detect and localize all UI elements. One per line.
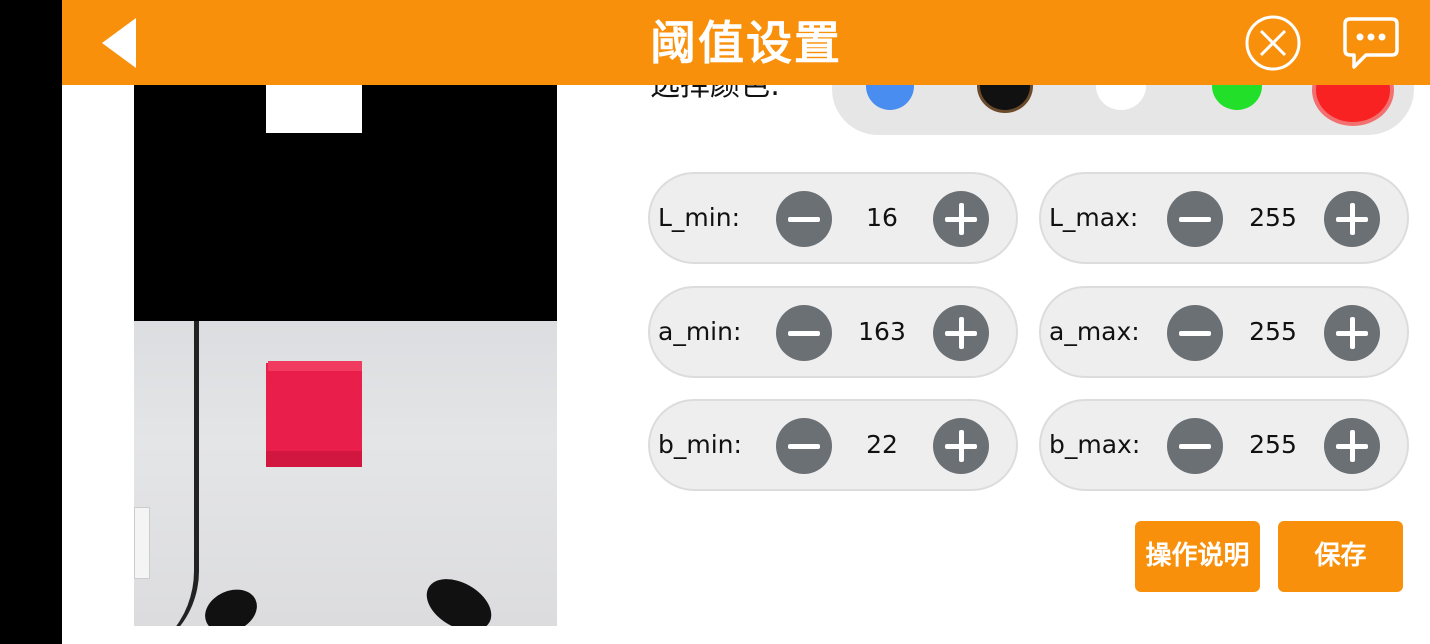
decrease-button[interactable] (1167, 418, 1223, 474)
threshold-l-max: L_max: 255 (1039, 172, 1409, 264)
robot-wheel (198, 581, 264, 626)
threshold-label: a_min: (658, 317, 742, 346)
increase-button[interactable] (1324, 305, 1380, 361)
threshold-label: b_max: (1049, 430, 1141, 459)
save-button[interactable]: 保存 (1278, 521, 1403, 592)
robot-wheel (417, 568, 501, 626)
threshold-value: 163 (858, 317, 906, 346)
decrease-button[interactable] (1167, 191, 1223, 247)
chat-bubble-icon[interactable] (1342, 16, 1400, 70)
threshold-b-max: b_max: 255 (1039, 399, 1409, 491)
threshold-value: 255 (1249, 203, 1297, 232)
threshold-value: 255 (1249, 430, 1297, 459)
increase-button[interactable] (933, 418, 989, 474)
threshold-value: 22 (866, 430, 898, 459)
close-circle-icon[interactable] (1244, 14, 1302, 72)
threshold-settings-screen: 阈值设置 选择颜色: L_min: 16 L_max: 255 a_min: 1… (62, 0, 1430, 644)
threshold-label: L_max: (1049, 203, 1139, 232)
threshold-label: L_min: (658, 203, 740, 232)
decrease-button[interactable] (1167, 305, 1223, 361)
decrease-button[interactable] (776, 191, 832, 247)
increase-button[interactable] (933, 305, 989, 361)
increase-button[interactable] (1324, 418, 1380, 474)
camera-preview (134, 85, 557, 626)
increase-button[interactable] (1324, 191, 1380, 247)
increase-button[interactable] (933, 191, 989, 247)
header-bar: 阈值设置 (62, 0, 1430, 85)
camera-photo (134, 321, 557, 626)
threshold-value: 255 (1249, 317, 1297, 346)
threshold-a-min: a_min: 163 (648, 286, 1018, 378)
threshold-l-min: L_min: 16 (648, 172, 1018, 264)
threshold-b-min: b_min: 22 (648, 399, 1018, 491)
threshold-a-max: a_max: 255 (1039, 286, 1409, 378)
threshold-label: b_min: (658, 430, 742, 459)
decrease-button[interactable] (776, 418, 832, 474)
page-title: 阈值设置 (650, 16, 842, 70)
threshold-mask-preview (266, 85, 362, 133)
threshold-label: a_max: (1049, 317, 1140, 346)
decrease-button[interactable] (776, 305, 832, 361)
threshold-value: 16 (866, 203, 898, 232)
instructions-button[interactable]: 操作说明 (1135, 521, 1260, 592)
